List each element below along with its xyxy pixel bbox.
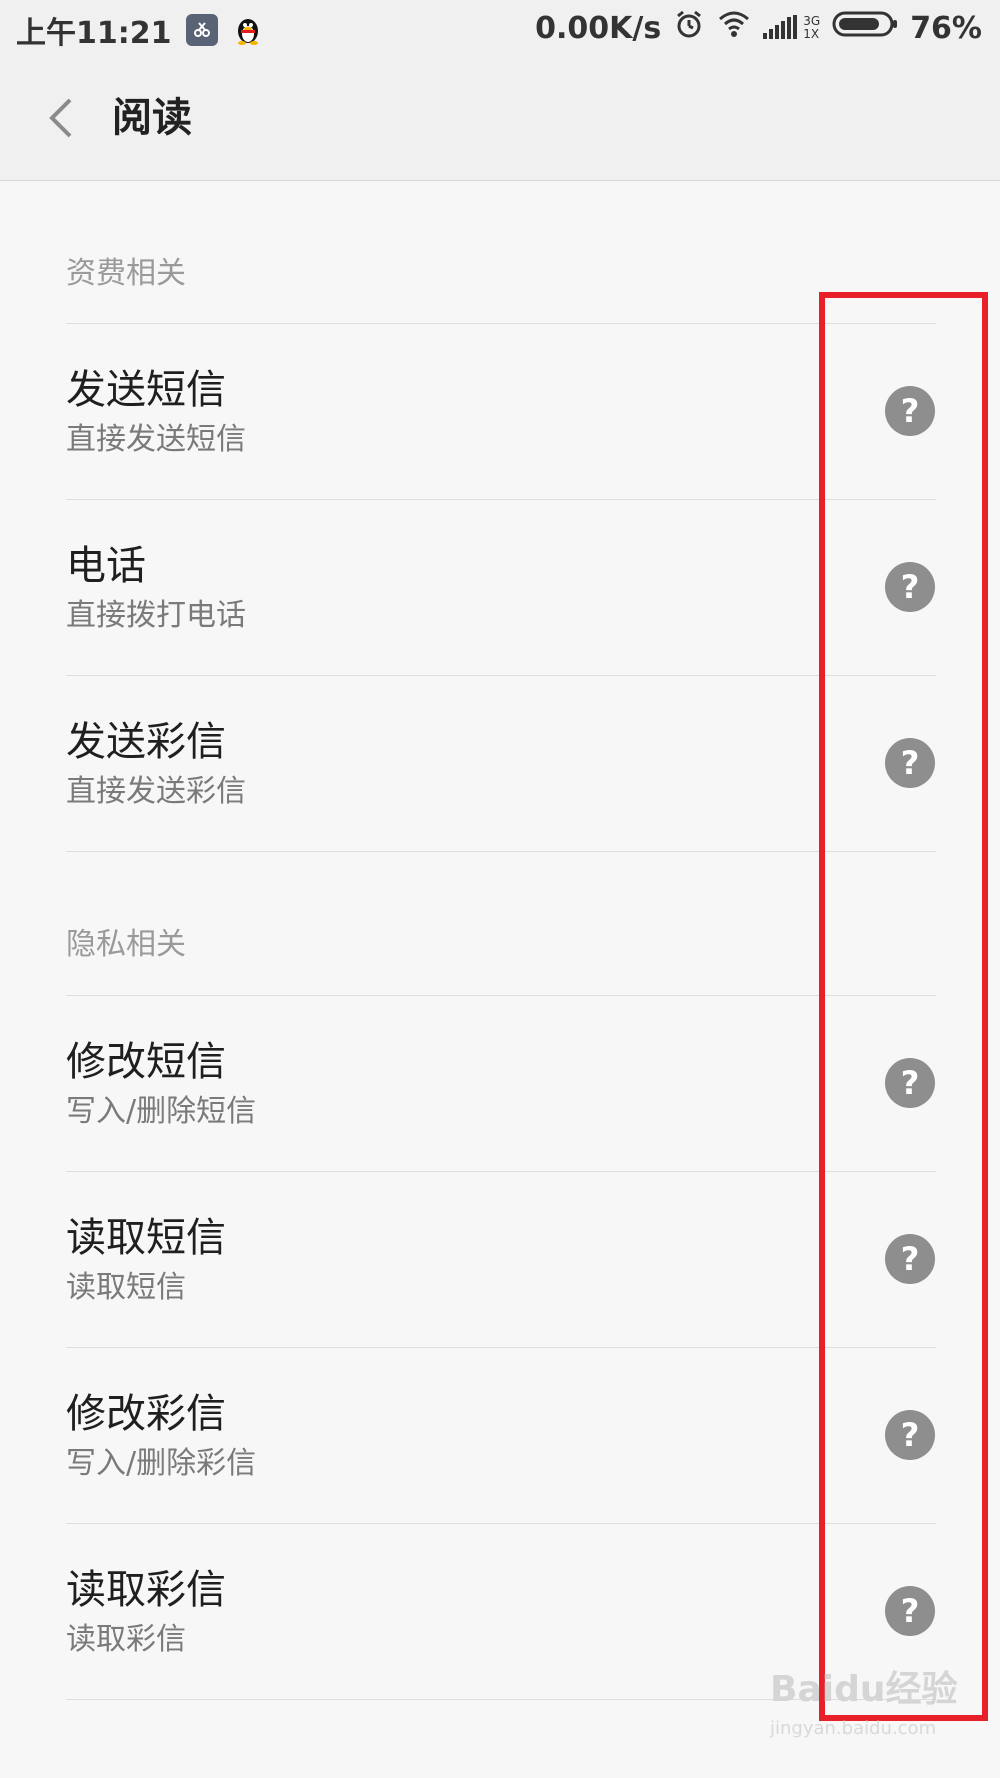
divider: [66, 851, 936, 852]
permission-title: 读取彩信: [66, 1567, 226, 1613]
battery-percent: 76%: [910, 10, 982, 46]
permission-description: 写入/删除短信: [66, 1094, 257, 1129]
status-bar-left: 上午11:21: [16, 8, 264, 52]
battery-icon: [832, 9, 898, 47]
permission-description: 读取彩信: [66, 1622, 186, 1657]
qq-penguin-icon: [232, 14, 264, 46]
status-bar: 上午11:21 0.00K/s 3G 1X 76%: [0, 0, 1000, 56]
baidu-watermark: Baidu经验: [770, 1669, 958, 1710]
permission-description: 写入/删除彩信: [66, 1446, 257, 1481]
permission-title: 修改短信: [66, 1039, 226, 1085]
permission-title: 发送短信: [66, 367, 226, 413]
signal-icon: 3G 1X: [763, 15, 820, 41]
network-type-1x: 1X: [803, 27, 820, 41]
status-bar-right: 0.00K/s 3G 1X 76%: [535, 8, 982, 48]
permission-title: 修改彩信: [66, 1391, 226, 1437]
status-time: 上午11:21: [16, 16, 172, 51]
permission-description: 读取短信: [66, 1270, 186, 1305]
network-speed: 0.00K/s: [535, 10, 662, 46]
wifi-icon: [717, 9, 751, 47]
chevron-left-icon: [49, 98, 72, 138]
back-button[interactable]: [40, 92, 84, 144]
alarm-icon: [673, 8, 705, 48]
permission-title: 发送彩信: [66, 719, 226, 765]
permission-description: 直接拨打电话: [66, 598, 246, 633]
permission-description: 直接发送短信: [66, 422, 246, 457]
page-title: 阅读: [112, 95, 192, 141]
baidu-watermark-url: jingyan.baidu.com: [770, 1718, 937, 1739]
annotation-highlight-box: [819, 292, 988, 1721]
permission-title: 读取短信: [66, 1215, 226, 1261]
permission-description: 直接发送彩信: [66, 774, 246, 809]
section-title-fees: 资费相关: [66, 256, 186, 291]
app-header: 阅读: [0, 56, 1000, 181]
app-notification-icon: [185, 14, 218, 46]
section-title-privacy: 隐私相关: [66, 927, 186, 962]
permission-title: 电话: [66, 543, 146, 589]
